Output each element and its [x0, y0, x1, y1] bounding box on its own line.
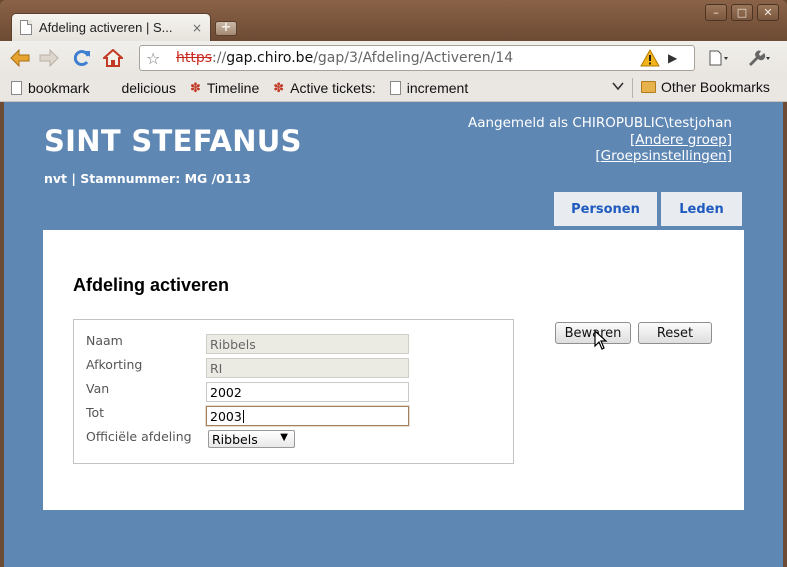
afkorting-label: Afkorting: [86, 357, 143, 372]
bookmark-label: delicious: [121, 80, 176, 96]
tab-leden[interactable]: Leden: [661, 192, 742, 226]
bookmark-star-icon[interactable]: ☆: [146, 49, 170, 68]
reload-button[interactable]: [69, 45, 95, 71]
folder-icon: [641, 81, 656, 93]
page-heading: Afdeling activeren: [73, 275, 230, 295]
link-other-group[interactable]: Andere groep: [635, 132, 726, 148]
minimize-button[interactable]: –: [705, 4, 727, 21]
paw-icon: ✽: [273, 80, 285, 95]
link-group-settings[interactable]: Groepsinstellingen: [601, 148, 727, 164]
afkorting-field: RI: [206, 358, 409, 378]
van-label: Van: [86, 381, 110, 396]
forward-arrow-icon: [39, 49, 59, 67]
bookmark-label: Active tickets:: [290, 80, 376, 96]
naam-label: Naam: [86, 333, 123, 348]
window-controls: – □ ✕: [705, 4, 779, 21]
browser-tab[interactable]: Afdeling activeren | S... ×: [11, 13, 211, 41]
bookmark-item[interactable]: ✽ Timeline: [190, 80, 259, 96]
dropdown-arrow-icon: ▼: [280, 432, 288, 443]
web-page: SINT STEFANUS nvt | Stamnummer: MG /0113…: [4, 102, 783, 567]
page-menu-button[interactable]: [706, 45, 732, 71]
tab-personen[interactable]: Personen: [554, 192, 657, 226]
paw-icon: ✽: [189, 80, 201, 95]
afdeling-form: Naam Ribbels Afkorting RI Van 2002 Tot 2…: [73, 319, 514, 464]
bookmark-item[interactable]: delicious: [101, 80, 175, 96]
bookmark-item[interactable]: increment: [389, 80, 469, 96]
login-info: Aangemeld als CHIROPUBLIC\testjohan [And…: [467, 115, 732, 164]
officiele-afdeling-select[interactable]: Ribbels ▼: [208, 430, 295, 448]
back-button[interactable]: [7, 45, 33, 71]
select-value: Ribbels: [212, 431, 258, 447]
reset-button[interactable]: Reset: [638, 322, 712, 344]
delicious-icon: [101, 81, 115, 95]
page-icon: [389, 81, 401, 95]
tot-value: 2003: [210, 409, 242, 424]
wrench-menu-button[interactable]: [746, 45, 772, 71]
save-button[interactable]: Bewaren: [555, 322, 631, 344]
address-bar[interactable]: ☆ https://gap.chiro.be/gap/3/Afdeling/Ac…: [139, 45, 695, 71]
warning-icon[interactable]: [640, 49, 660, 67]
close-tab-icon[interactable]: ×: [192, 21, 202, 35]
page-icon: [20, 20, 32, 35]
bookmark-label: bookmark: [28, 80, 90, 96]
van-field[interactable]: 2002: [206, 382, 409, 402]
tab-title: Afdeling activeren | S...: [39, 20, 173, 35]
page-icon: [11, 81, 22, 95]
wrench-icon: [749, 50, 770, 66]
officiele-afdeling-label: Officiële afdeling: [86, 429, 192, 444]
bookmarks-bar: bookmark delicious ✽ Timeline ✽ Active t…: [0, 75, 787, 102]
close-window-button[interactable]: ✕: [757, 4, 779, 21]
login-text: Aangemeld als CHIROPUBLIC\testjohan: [467, 115, 732, 131]
browser-toolbar: ☆ https://gap.chiro.be/gap/3/Afdeling/Ac…: [0, 41, 787, 75]
tot-field[interactable]: 2003: [206, 406, 409, 426]
back-arrow-icon: [10, 49, 30, 67]
content-panel: Afdeling activeren Naam Ribbels Afkortin…: [43, 230, 744, 510]
forward-button[interactable]: [36, 45, 62, 71]
reload-icon: [73, 50, 90, 67]
bookmark-item[interactable]: ✽ Active tickets:: [273, 80, 376, 96]
url-text[interactable]: https://gap.chiro.be/gap/3/Afdeling/Acti…: [170, 50, 640, 66]
bookmark-item[interactable]: bookmark: [11, 80, 89, 96]
site-subtitle: nvt | Stamnummer: MG /0113: [44, 171, 251, 186]
new-tab-button[interactable]: +: [215, 21, 237, 36]
browser-window: Afdeling activeren | S... × + – □ ✕ ☆ ht…: [0, 0, 787, 567]
other-bookmarks[interactable]: Other Bookmarks: [641, 79, 770, 95]
mouse-pointer-icon: [594, 330, 608, 350]
text-caret: [242, 410, 244, 423]
chevron-down-icon[interactable]: [612, 79, 624, 94]
bookmark-label: increment: [406, 80, 469, 96]
maximize-button[interactable]: □: [731, 4, 753, 21]
bookmarks-divider: [632, 78, 633, 98]
main-nav: Personen Leden: [554, 192, 742, 226]
page-menu-icon: [709, 50, 728, 66]
site-title: SINT STEFANUS: [44, 124, 302, 158]
bookmark-label: Timeline: [206, 80, 260, 96]
tot-label: Tot: [86, 405, 105, 420]
other-bookmarks-label: Other Bookmarks: [661, 79, 770, 95]
home-icon: [103, 49, 123, 67]
home-button[interactable]: [100, 45, 126, 71]
naam-field: Ribbels: [206, 334, 409, 354]
go-icon[interactable]: ▶: [668, 51, 694, 65]
